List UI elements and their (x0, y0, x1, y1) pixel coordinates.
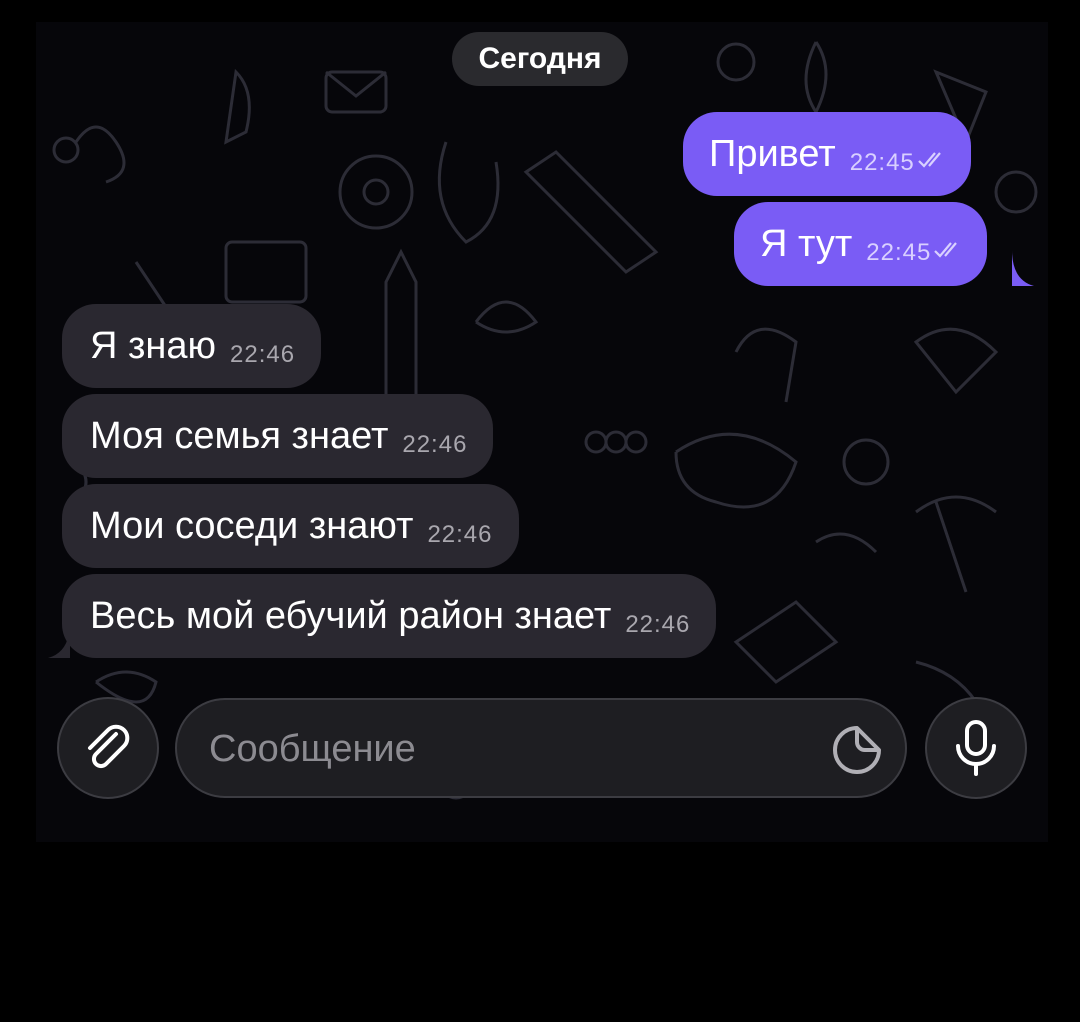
microphone-icon (956, 720, 996, 776)
message-time: 22:46 (625, 611, 691, 638)
attach-button[interactable] (57, 697, 159, 799)
bubble-tail (48, 622, 70, 658)
message-text: Я тут (760, 222, 853, 265)
message-time: 22:45 (849, 149, 915, 176)
voice-record-button[interactable] (925, 697, 1027, 799)
double-check-icon (917, 150, 947, 175)
message-text: Мои соседи знают (90, 504, 414, 547)
incoming-message[interactable]: Весь мой ебучий район знает 22:46 (62, 574, 717, 658)
message-time: 22:45 (866, 239, 932, 266)
message-text: Весь мой ебучий район знает (90, 594, 612, 637)
message-time: 22:46 (427, 521, 493, 548)
message-input-container[interactable] (175, 698, 907, 798)
message-text: Моя семья знает (90, 414, 389, 457)
chat-screen: Сегодня Привет 22:45 Я тут 22:45 Я знаю … (0, 0, 1080, 1022)
incoming-message[interactable]: Моя семья знает 22:46 (62, 394, 494, 478)
message-text: Привет (709, 132, 836, 175)
message-text: Я знаю (90, 324, 217, 367)
double-check-icon (933, 240, 963, 265)
message-input[interactable] (207, 718, 811, 780)
incoming-message[interactable]: Мои соседи знают 22:46 (62, 484, 519, 568)
message-time: 22:46 (402, 431, 468, 458)
date-separator: Сегодня (452, 32, 628, 86)
outgoing-message[interactable]: Я тут 22:45 (734, 202, 988, 286)
message-time: 22:46 (230, 341, 296, 368)
sticker-icon[interactable] (831, 724, 883, 776)
bubble-tail (1012, 250, 1034, 286)
outgoing-message[interactable]: Привет 22:45 (683, 112, 971, 196)
paperclip-icon (88, 724, 130, 769)
incoming-message[interactable]: Я знаю 22:46 (62, 304, 322, 388)
